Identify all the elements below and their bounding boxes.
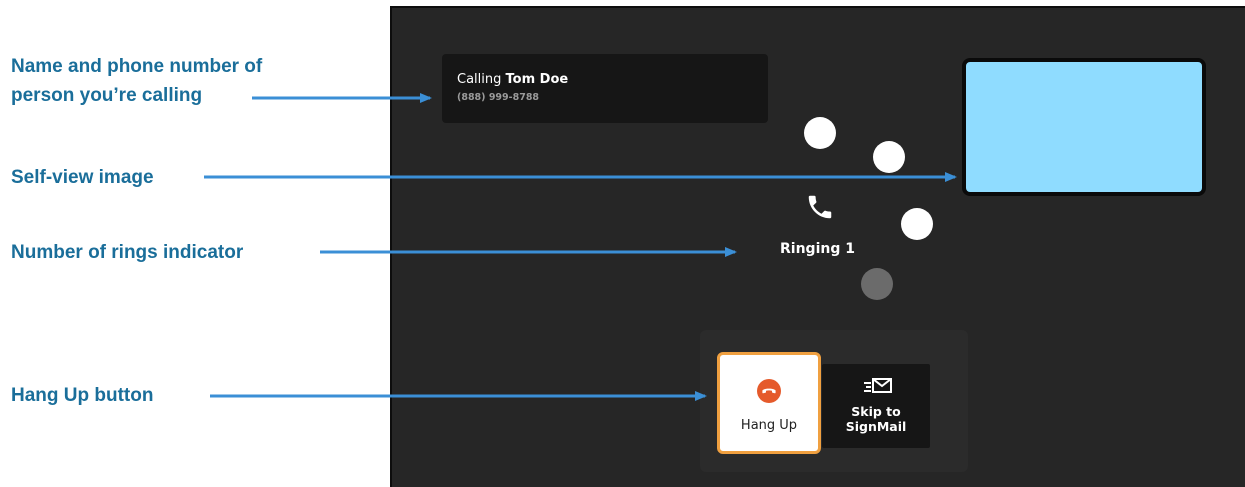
hang-up-icon — [757, 379, 781, 403]
signmail-envelope-icon — [864, 378, 892, 393]
caller-number: (888) 999-8788 — [457, 92, 540, 103]
ring-dot — [901, 208, 933, 240]
hang-up-label: Hang Up — [740, 418, 798, 433]
callout-self-view: Self-view image — [11, 167, 154, 188]
caller-line: Calling Tom Doe — [457, 72, 568, 87]
skip-to-signmail-label: Skip to SignMail — [845, 404, 907, 434]
callout-rings: Number of rings indicator — [11, 242, 244, 263]
ring-dot — [861, 268, 893, 300]
calling-prefix: Calling — [457, 72, 502, 87]
caller-info-box: Calling Tom Doe (888) 999-8788 — [442, 54, 768, 123]
phone-icon — [808, 195, 832, 219]
ringing-status: Ringing 1 — [780, 241, 855, 257]
ring-dot — [873, 141, 905, 173]
ring-dot — [804, 117, 836, 149]
call-screen: Calling Tom Doe (888) 999-8788 Ringing 1… — [390, 6, 1245, 487]
callout-hang-up: Hang Up button — [11, 385, 154, 406]
caller-name: Tom Doe — [505, 72, 569, 87]
callout-caller-info: Name and phone number of person you’re c… — [11, 56, 263, 106]
skip-to-signmail-button[interactable]: Skip to SignMail — [822, 364, 930, 448]
hang-up-button[interactable]: Hang Up — [717, 352, 821, 454]
self-view-image — [962, 58, 1206, 196]
